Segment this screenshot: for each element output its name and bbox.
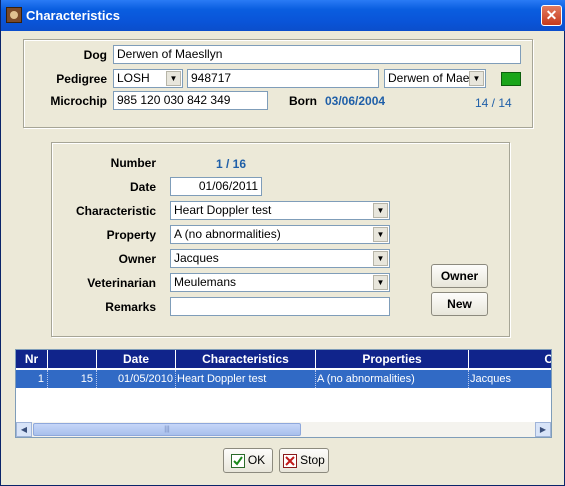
ok-label: OK [247,453,266,467]
pedigree-number-field[interactable]: 948717 [187,69,379,88]
stop-button[interactable]: Stop [279,448,329,473]
cell-nr: 1 [16,370,48,388]
app-dog-icon [6,7,22,23]
column-header-number[interactable] [48,350,97,368]
number-value: 1 / 16 [216,157,247,171]
cell-characteristics: Heart Doppler test [176,370,316,388]
close-button[interactable]: ✕ [541,5,562,26]
property-value: A (no abnormalities) [174,227,281,241]
status-indicator [501,72,521,86]
scroll-right-icon[interactable]: ▶ [535,422,551,437]
pedigree-label: Pedigree [56,72,107,86]
dog-name-field[interactable]: Derwen of Maesllyn [113,45,521,64]
born-date: 03/06/2004 [325,94,386,108]
remarks-label: Remarks [105,300,156,314]
owner-select[interactable]: Jacques ▼ [170,249,390,268]
characteristic-value: Heart Doppler test [174,203,272,217]
microchip-label: Microchip [50,94,107,108]
cell-properties: A (no abnormalities) [316,370,469,388]
scroll-left-icon[interactable]: ◀ [16,422,32,437]
column-header-characteristics[interactable]: Characteristics [176,350,316,368]
horizontal-scrollbar[interactable]: ◀ ||| ▶ [16,422,551,437]
column-header-nr[interactable]: Nr [16,350,48,368]
veterinarian-label: Veterinarian [87,276,156,290]
veterinarian-value: Meulemans [174,275,237,289]
column-header-owner[interactable]: C [469,350,551,368]
table-row[interactable]: 1 15 01/05/2010 Heart Doppler test A (no… [16,370,551,388]
microchip-field[interactable]: 985 120 030 842 349 [113,91,268,110]
chevron-down-icon[interactable]: ▼ [373,227,388,242]
cell-date: 01/05/2010 [97,370,176,388]
characteristic-select[interactable]: Heart Doppler test ▼ [170,201,390,220]
property-label: Property [106,228,156,242]
cell-number: 15 [48,370,97,388]
close-icon: ✕ [545,7,558,23]
born-label: Born [289,94,317,108]
characteristics-window: Characteristics ✕ Dog Derwen of Maesllyn… [0,0,565,486]
owner-value: Jacques [174,251,219,265]
title-bar[interactable]: Characteristics ✕ [1,0,565,31]
pedigree-type-select[interactable]: LOSH ▼ [113,69,183,88]
chevron-down-icon[interactable]: ▼ [166,71,181,86]
dog-label: Dog [83,48,107,62]
owner-button[interactable]: Owner [431,264,488,288]
cancel-x-icon [283,453,298,468]
number-label: Number [110,156,156,170]
ok-button[interactable]: OK [223,448,273,473]
scrollbar-thumb[interactable]: ||| [33,423,301,436]
chevron-down-icon[interactable]: ▼ [469,71,484,86]
chevron-down-icon[interactable]: ▼ [373,275,388,290]
pedigree-name-select[interactable]: Derwen of Mae ▼ [384,69,486,88]
column-header-properties[interactable]: Properties [316,350,469,368]
record-counter: 14 / 14 [475,96,512,110]
chevron-down-icon[interactable]: ▼ [373,251,388,266]
checkmark-icon [230,453,245,468]
remarks-field[interactable] [170,297,390,316]
table-header: Nr Date Characteristics Properties C [16,350,551,368]
characteristic-label: Characteristic [75,204,156,218]
owner-label: Owner [118,252,156,266]
column-header-date[interactable]: Date [97,350,176,368]
pedigree-name-value: Derwen of Mae [388,71,470,85]
veterinarian-select[interactable]: Meulemans ▼ [170,273,390,292]
chevron-down-icon[interactable]: ▼ [373,203,388,218]
date-label: Date [129,180,156,194]
stop-label: Stop [300,453,325,467]
new-button[interactable]: New [431,292,488,316]
date-field[interactable]: 01/06/2011 [170,177,262,196]
characteristics-table[interactable]: Nr Date Characteristics Properties C 1 1… [15,349,552,438]
window-title: Characteristics [26,8,120,23]
property-select[interactable]: A (no abnormalities) ▼ [170,225,390,244]
cell-owner: Jacques [470,373,511,385]
